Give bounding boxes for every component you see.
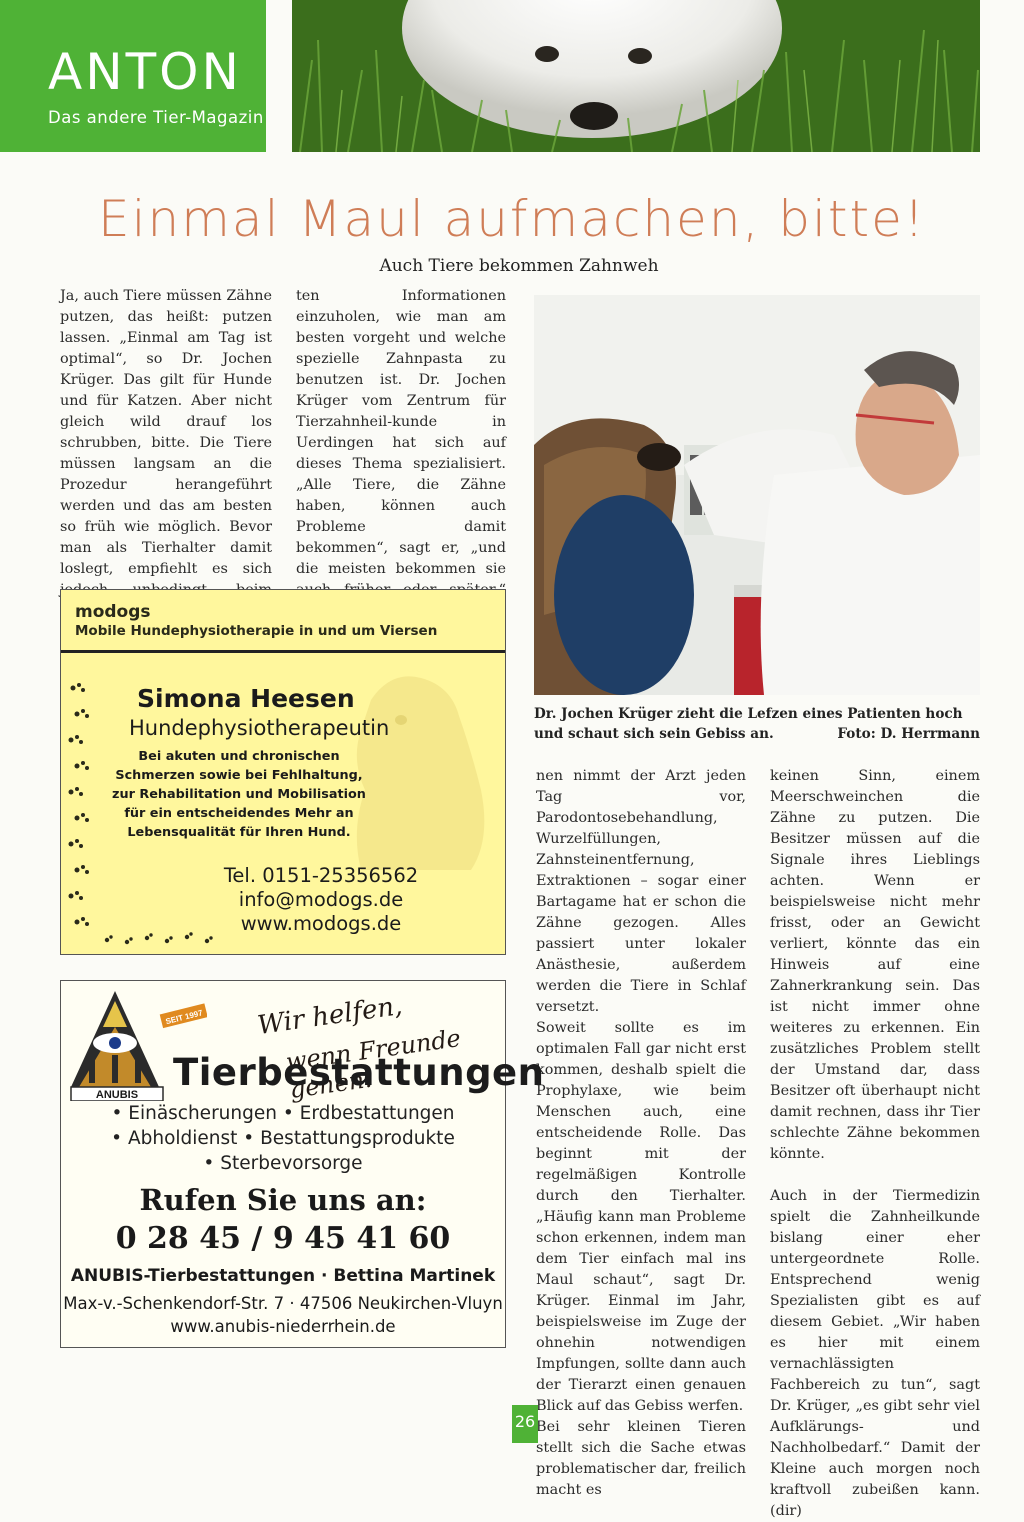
paragraph: Ja, auch Tiere müssen Zähne putzen, das …	[60, 288, 272, 619]
photo-credit: Foto: D. Herrmann	[837, 726, 980, 742]
ad-website: www.anubis-niederrhein.de	[170, 1317, 396, 1336]
ad-slogan-line-1: Wir helfen,	[255, 991, 405, 1041]
ad-description: Bei akuten und chronischen Schmerzen sow…	[109, 747, 369, 842]
paragraph: nen nimmt der Arzt jeden Tag vor, Parodo…	[536, 768, 746, 1015]
dog-in-grass-image	[292, 0, 980, 152]
paw-prints-icon	[68, 683, 89, 926]
ad-description-line: zur Rehabilitation und Mobilisation	[112, 787, 366, 802]
article-column-3: nen nimmt der Arzt jeden Tag vor, Parodo…	[536, 766, 746, 1501]
ad-company: ANUBIS-Tierbestattungen · Bettina Martin…	[70, 1266, 496, 1286]
ad-address: Max-v.-Schenkendorf-Str. 7 · 47506 Neuki…	[63, 1294, 503, 1313]
vet-with-dog-photo	[534, 295, 980, 695]
ad-call-to-action: Rufen Sie uns an:	[139, 1183, 427, 1217]
ad-person-role: Hundephysiotherapeutin	[129, 716, 390, 740]
ad-modogs: modogs Mobile Hundephysiotherapie in und…	[60, 589, 506, 955]
header-dog-photo	[292, 0, 980, 152]
ad-title: Tierbestattungen	[173, 1051, 545, 1094]
ad-description-line: Schmerzen sowie bei Fehlhaltung,	[115, 768, 363, 783]
article-headline: Einmal Maul aufmachen, bitte!	[98, 190, 926, 248]
page-number: 26	[512, 1405, 538, 1443]
ad-description-line: für ein entscheidendes Mehr an	[124, 806, 354, 821]
ad-email: info@modogs.de	[238, 888, 404, 911]
ad-brand: modogs	[75, 602, 151, 622]
ad-description-line: Bei akuten und chronischen	[138, 749, 340, 764]
ad-person-name: Simona Heesen	[137, 684, 355, 713]
photo-caption: Dr. Jochen Krüger zieht die Lefzen eines…	[534, 704, 980, 744]
article-subheadline: Auch Tiere bekommen Zahnweh	[379, 256, 659, 276]
magazine-name: ANTON	[48, 43, 242, 101]
ad-service-line: • Sterbevorsorge	[203, 1153, 363, 1174]
ad-website: www.modogs.de	[240, 912, 402, 935]
logo-text: ANUBIS	[96, 1089, 138, 1101]
ad-phone: 0 28 45 / 9 45 41 60	[115, 1221, 451, 1256]
vet-examining-dog-image	[534, 295, 980, 695]
magazine-tagline: Das andere Tier-Magazin	[48, 108, 264, 127]
paragraph: Auch in der Tiermedizin spielt die Zahnh…	[770, 1188, 980, 1519]
ad-description-line: Lebensqualität für Ihren Hund.	[127, 825, 351, 840]
paragraph: keinen Sinn, einem Meerschweinchen die Z…	[770, 768, 980, 1162]
article-column-1: Ja, auch Tiere müssen Zähne putzen, das …	[60, 286, 272, 622]
ad-tagline: Mobile Hundephysiotherapie in und um Vie…	[75, 623, 438, 639]
paragraph: Soweit sollte es im optimalen Fall gar n…	[536, 1020, 746, 1414]
ad-divider	[61, 650, 505, 653]
article-column-4: keinen Sinn, einem Meerschweinchen die Z…	[770, 766, 980, 1522]
ad-phone: Tel. 0151-25356562	[223, 864, 419, 887]
masthead: ANTON Das andere Tier-Magazin	[0, 0, 266, 152]
ad-anubis: ANUBIS SEIT 1997 Wir helfen, wenn Freund…	[60, 980, 544, 1348]
paragraph: Bei sehr kleinen Tieren stellt sich die …	[536, 1419, 746, 1498]
ad-service-line: • Einäscherungen • Erdbestattungen	[111, 1103, 455, 1124]
ad-service-line: • Abholdienst • Bestattungsprodukte	[111, 1128, 455, 1149]
